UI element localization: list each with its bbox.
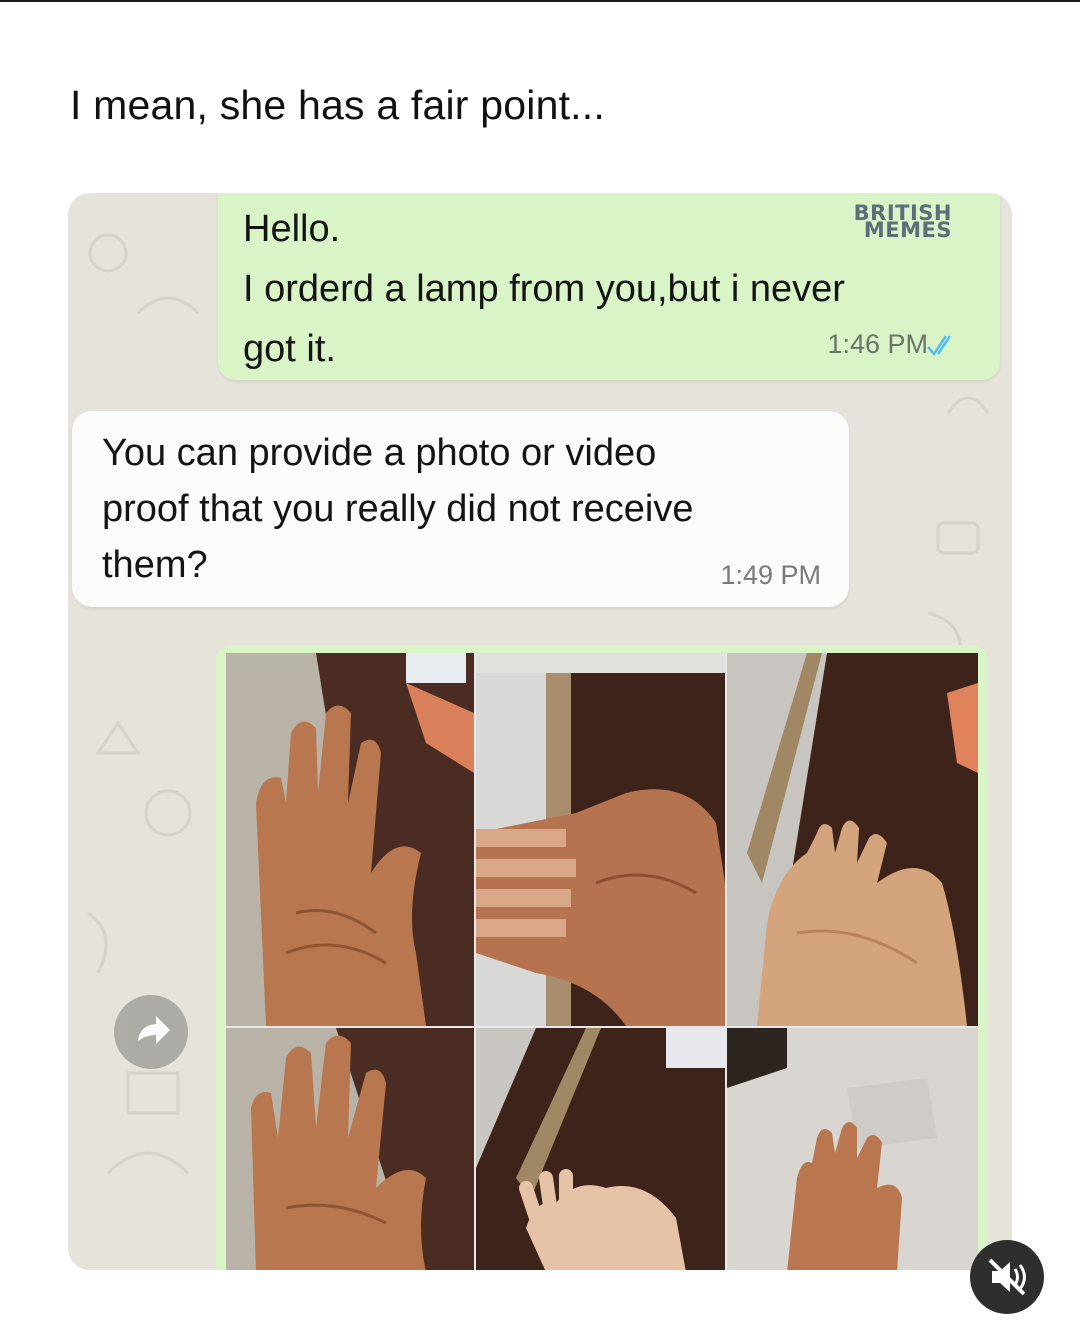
open-palm-photo-icon <box>226 653 474 1026</box>
top-divider <box>0 0 1080 2</box>
photo-tile[interactable] <box>727 653 978 1026</box>
open-palm-photo-icon <box>727 1028 978 1270</box>
post-caption: I mean, she has a fair point... <box>70 82 605 128</box>
speaker-muted-icon <box>988 1258 1026 1296</box>
photo-grid <box>226 653 978 1270</box>
open-palm-photo-icon <box>727 653 978 1026</box>
photo-tile[interactable] <box>476 1028 725 1270</box>
photo-tile[interactable] <box>727 1028 978 1270</box>
incoming-message: You can provide a photo or video proof t… <box>72 411 849 607</box>
outgoing-message: BRITISH MEMES Hello. I orderd a lamp fro… <box>218 193 1000 380</box>
read-receipt-icon <box>927 335 952 356</box>
incoming-message-text: You can provide a photo or video proof t… <box>102 432 694 586</box>
open-palm-photo-icon <box>226 1028 474 1270</box>
chat-screenshot: BRITISH MEMES Hello. I orderd a lamp fro… <box>68 193 1012 1270</box>
photo-message[interactable] <box>216 645 988 1270</box>
photo-tile[interactable] <box>226 653 474 1026</box>
outgoing-message-time: 1:46 PM <box>827 329 928 359</box>
open-palm-photo-icon <box>476 653 725 1026</box>
forward-button[interactable] <box>114 995 188 1069</box>
open-palm-photo-icon <box>476 1028 725 1270</box>
photo-tile[interactable] <box>226 1028 474 1270</box>
incoming-message-time: 1:49 PM <box>720 560 821 590</box>
mute-toggle-button[interactable] <box>970 1240 1044 1314</box>
forward-arrow-icon <box>138 1016 170 1044</box>
photo-tile[interactable] <box>476 653 725 1026</box>
